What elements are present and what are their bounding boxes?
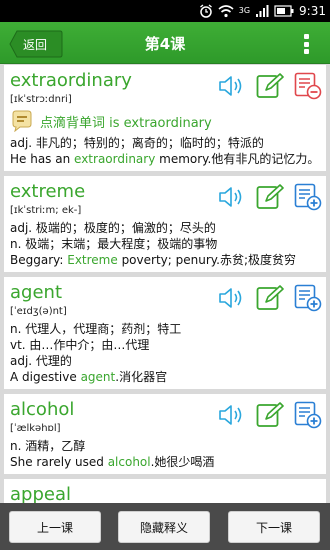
next-lesson-button[interactable]: 下一课 (228, 511, 320, 543)
add-to-list-button[interactable] (294, 183, 322, 211)
edit-note-button[interactable] (256, 401, 284, 429)
bubble-tip-icon (12, 110, 32, 132)
example-sentence: He has an extraordinary memory.他有非凡的记忆力。 (10, 152, 320, 166)
word-card: extraordinary [ɪkˈstrɔːdnri] 点滴背单词 is ex… (4, 65, 326, 171)
example-sentence: Beggary: Extreme poverty; penury.赤贫;极度贫穷 (10, 253, 296, 267)
speaker-icon (219, 405, 242, 425)
definition-line: vt. 由…作中介；由…代理 (10, 338, 150, 352)
clock: 9:31 (299, 4, 326, 18)
signal-3g-icon (256, 5, 269, 17)
definition-line: adj. 非凡的；特别的；离奇的；临时的；特派的 (10, 136, 264, 150)
word-list[interactable]: extraordinary [ɪkˈstrɔːdnri] 点滴背单词 is ex… (0, 65, 330, 503)
remove-list-icon (294, 72, 322, 100)
speaker-icon (219, 187, 242, 207)
page-title: 第4课 (144, 35, 186, 53)
edit-note-button[interactable] (256, 183, 284, 211)
definition-line: n. 酒精，乙醇 (10, 439, 86, 453)
speaker-icon (219, 76, 242, 96)
alarm-icon (199, 4, 212, 18)
word-actions (218, 183, 322, 211)
speaker-icon (219, 288, 242, 308)
word-card: agent [ˈeɪdʒ(ə)nt] n. 代理人，代理商；药剂；特工 vt. … (4, 277, 326, 389)
word-title: appeal (10, 484, 71, 503)
more-menu-icon[interactable] (304, 34, 310, 54)
tip-banner: 点滴背单词 is extraordinary (10, 107, 320, 135)
add-list-icon (294, 284, 322, 312)
example-sentence: She rarely used alcohol.她很少喝酒 (10, 455, 215, 469)
definition-line: adj. 代理的 (10, 354, 72, 368)
pronounce-button[interactable] (218, 284, 246, 312)
word-actions (218, 401, 322, 429)
status-bar: 3G 9:31 (0, 0, 330, 22)
edit-icon (256, 184, 284, 209)
pronounce-button[interactable] (218, 401, 246, 429)
edit-icon (256, 402, 284, 427)
definition-line: n. 极端；末端；最大程度；极端的事物 (10, 237, 218, 251)
remove-from-list-button[interactable] (294, 72, 322, 100)
pronounce-button[interactable] (218, 183, 246, 211)
definition-line: n. 代理人，代理商；药剂；特工 (10, 322, 182, 336)
network-type-label: 3G (238, 6, 251, 15)
title-bar: 返回 第4课 (0, 22, 330, 64)
add-to-list-button[interactable] (294, 284, 322, 312)
edit-note-button[interactable] (256, 284, 284, 312)
example-sentence: A digestive agent.消化器官 (10, 370, 168, 384)
pronounce-button[interactable] (218, 72, 246, 100)
edit-note-button[interactable] (256, 72, 284, 100)
word-actions (218, 72, 322, 100)
edit-icon (256, 285, 284, 310)
wifi-icon (218, 5, 234, 18)
add-list-icon (294, 183, 322, 211)
word-card: extreme [ɪkˈstriːm; ek-] adj. 极端的；极度的；偏激… (4, 176, 326, 272)
definition-line: adj. 极端的；极度的；偏激的；尽头的 (10, 221, 216, 235)
add-to-list-button[interactable] (294, 401, 322, 429)
word-actions (218, 284, 322, 312)
battery-icon (274, 5, 294, 17)
bottom-action-bar: 意 X 上一课 隐藏释义 下一课 (0, 503, 330, 550)
word-card: appeal (4, 479, 326, 503)
add-list-icon (294, 401, 322, 429)
word-card: alcohol [ˈælkəhɒl] n. 酒精，乙醇 She rarely u… (4, 394, 326, 474)
hide-definitions-button[interactable]: 隐藏释义 (118, 511, 210, 543)
tip-text: 点滴背单词 is extraordinary (40, 115, 212, 131)
prev-lesson-button[interactable]: 上一课 (9, 511, 101, 543)
edit-icon (256, 73, 284, 98)
